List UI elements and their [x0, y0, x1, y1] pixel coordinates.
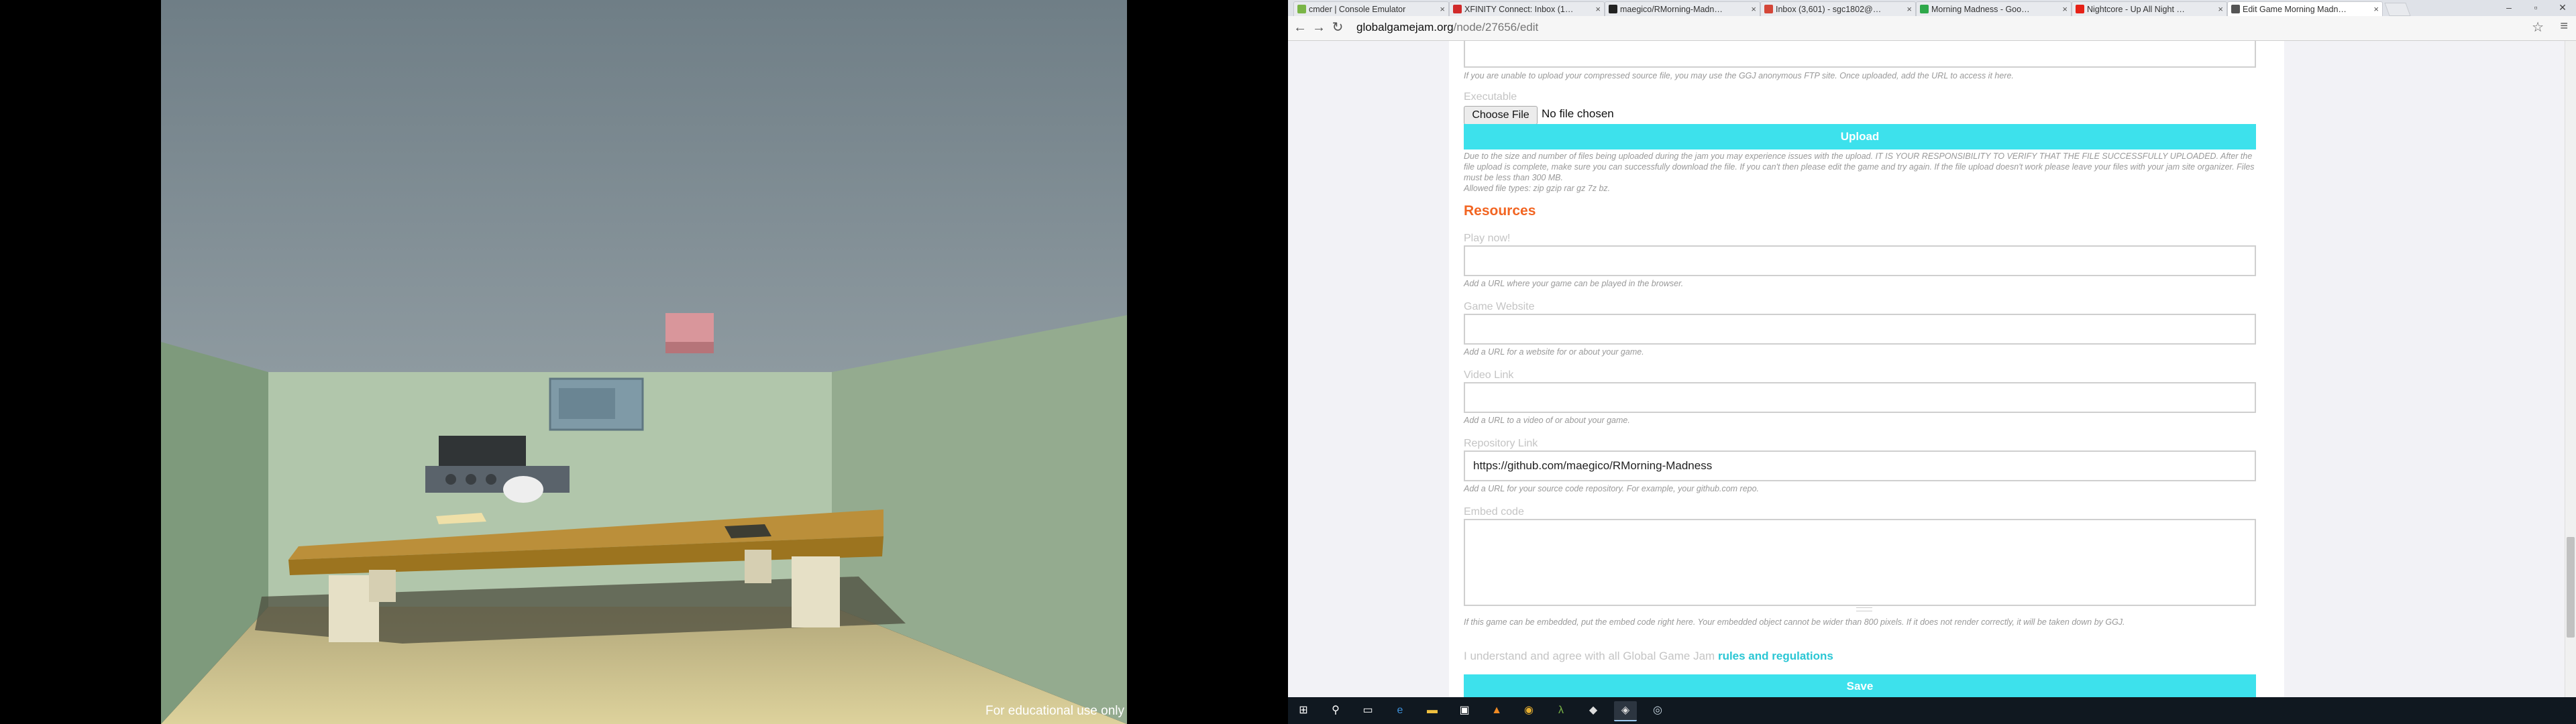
tab-label: Inbox (3,601) - sgc1802@…: [1776, 5, 1882, 14]
url-path: /node/27656/edit: [1453, 21, 1539, 34]
edit-game-form-panel: If you are unable to upload your compres…: [1449, 41, 2284, 698]
tab-label: XFINITY Connect: Inbox (1…: [1464, 5, 1574, 14]
right-monitor: – ▫ ✕ cmder | Console Emulator × XFINITY C…: [1288, 0, 2576, 724]
play-now-label: Play now!: [1464, 233, 1511, 244]
tab-label: cmder | Console Emulator: [1309, 5, 1406, 14]
table-mat: [724, 524, 771, 538]
game-website-input[interactable]: [1464, 314, 2256, 345]
upload-notice-text: Due to the size and number of files bein…: [1464, 152, 2255, 182]
executable-label: Executable: [1464, 91, 1517, 103]
game-website-help: Add a URL for a website for or about you…: [1464, 347, 1644, 357]
tab-close-icon[interactable]: ×: [1907, 4, 1912, 14]
file-explorer-icon[interactable]: ▬: [1421, 701, 1444, 720]
task-view-icon[interactable]: ▭: [1356, 701, 1379, 720]
play-now-input[interactable]: [1464, 245, 2256, 276]
browser-tab[interactable]: Edit Game Morning Madn… ×: [2227, 1, 2383, 17]
source-help-text: If you are unable to upload your compres…: [1464, 71, 2014, 80]
teapot: [503, 476, 543, 503]
bookmark-star-icon[interactable]: ☆: [2532, 19, 2544, 36]
tab-label: maegico/RMorning-Madn…: [1620, 5, 1723, 14]
repository-link-help: Add a URL for your source code repositor…: [1464, 484, 1760, 493]
video-link-label: Video Link: [1464, 369, 1514, 381]
save-button[interactable]: Save: [1464, 674, 2256, 698]
repository-link-value: https://github.com/maegico/RMorning-Madn…: [1473, 459, 1713, 472]
tab-close-icon[interactable]: ×: [2373, 4, 2379, 14]
github-icon: [1609, 5, 1617, 13]
source-url-field[interactable]: [1464, 41, 2256, 68]
game-viewport[interactable]: For educational use only: [161, 0, 1127, 724]
unity-game-icon[interactable]: ◈: [1614, 701, 1637, 721]
educational-watermark: For educational use only: [985, 704, 1124, 718]
gmail-icon: [1764, 5, 1773, 13]
store-icon[interactable]: ▣: [1453, 701, 1476, 720]
chrome-icon[interactable]: ◉: [1517, 701, 1540, 720]
chrome-menu-icon[interactable]: ≡: [2560, 19, 2568, 34]
kitchen-scene: [161, 0, 1127, 724]
upload-button[interactable]: Upload: [1464, 124, 2256, 149]
address-bar[interactable]: globalgamejam.org/node/27656/edit: [1356, 19, 2536, 36]
windows-start-icon[interactable]: ⊞: [1292, 701, 1315, 720]
repository-link-label: Repository Link: [1464, 438, 1538, 449]
back-icon[interactable]: ←: [1292, 19, 1308, 36]
google-drive-icon: [1920, 5, 1929, 13]
tab-close-icon[interactable]: ×: [2062, 4, 2068, 14]
stove: [439, 436, 526, 466]
embed-code-label: Embed code: [1464, 506, 1524, 518]
upload-notice: Due to the size and number of files bein…: [1464, 151, 2256, 194]
browser-tab[interactable]: Morning Madness - Goo… ×: [1916, 1, 2072, 16]
tab-close-icon[interactable]: ×: [1595, 4, 1601, 14]
browser-tab[interactable]: Nightcore - Up All Night … ×: [2072, 1, 2227, 16]
cmder-icon[interactable]: λ: [1550, 701, 1572, 720]
browser-tab[interactable]: cmder | Console Emulator ×: [1293, 1, 1449, 16]
rules-link[interactable]: rules and regulations: [1718, 650, 1833, 662]
agreement-line: I understand and agree with all Global G…: [1464, 650, 1833, 663]
url-host: globalgamejam.org: [1356, 21, 1454, 34]
game-website-label: Game Website: [1464, 301, 1535, 312]
resize-grip-icon[interactable]: [1856, 607, 1872, 611]
steam-icon[interactable]: ◎: [1646, 701, 1669, 720]
allowed-file-types: Allowed file types: zip gzip rar gz 7z b…: [1464, 184, 1611, 193]
video-link-help: Add a URL to a video of or about your ga…: [1464, 416, 1630, 425]
search-icon[interactable]: ⚲: [1324, 701, 1347, 720]
vlc-icon[interactable]: ▲: [1485, 701, 1508, 720]
windows-taskbar: ⊞ ⚲ ▭ e ▬ ▣ ▲ ◉ λ ◆ ◈ ◎: [1288, 697, 2576, 724]
tab-strip: – ▫ ✕ cmder | Console Emulator × XFINITY C…: [1288, 0, 2576, 17]
new-tab-button[interactable]: [2384, 3, 2411, 16]
scrollbar-thumb[interactable]: [2567, 537, 2575, 638]
repository-link-input[interactable]: https://github.com/maegico/RMorning-Madn…: [1464, 450, 2256, 481]
tab-close-icon[interactable]: ×: [1751, 4, 1756, 14]
agreement-text: I understand and agree with all Global G…: [1464, 650, 1715, 662]
xfinity-icon: [1453, 5, 1462, 13]
unity-icon[interactable]: ◆: [1582, 701, 1605, 720]
tab-label: Nightcore - Up All Night …: [2087, 5, 2185, 14]
choose-file-button[interactable]: Choose File: [1464, 106, 1538, 125]
resources-heading: Resources: [1464, 203, 1536, 219]
minimize-icon[interactable]: –: [2496, 0, 2522, 15]
left-monitor: For educational use only: [0, 0, 1288, 724]
youtube-icon: [2076, 5, 2084, 13]
close-window-icon[interactable]: ✕: [2549, 0, 2576, 15]
browser-tab[interactable]: XFINITY Connect: Inbox (1… ×: [1449, 1, 1605, 16]
file-status-text: No file chosen: [1542, 107, 1614, 120]
embed-code-help: If this game can be embedded, put the em…: [1464, 617, 2125, 627]
video-link-input[interactable]: [1464, 382, 2256, 413]
ceiling: [161, 0, 1127, 389]
embed-code-textarea[interactable]: [1464, 519, 2256, 606]
browser-tab[interactable]: Inbox (3,601) - sgc1802@… ×: [1760, 1, 1916, 16]
browser-tab[interactable]: maegico/RMorning-Madn… ×: [1605, 1, 1760, 16]
cmder-icon: [1297, 5, 1306, 13]
maximize-icon[interactable]: ▫: [2522, 0, 2549, 15]
tab-label: Edit Game Morning Madn…: [2243, 5, 2347, 14]
reload-icon[interactable]: ↻: [1330, 19, 1346, 36]
page-scrollbar[interactable]: [2565, 41, 2576, 698]
tab-close-icon[interactable]: ×: [2218, 4, 2223, 14]
tab-close-icon[interactable]: ×: [1440, 4, 1445, 14]
browser-toolbar: ← → ↻ globalgamejam.org/node/27656/edit …: [1288, 16, 2576, 41]
page-viewport: If you are unable to upload your compres…: [1288, 41, 2576, 698]
edge-icon[interactable]: e: [1389, 701, 1411, 720]
ggj-icon: [2231, 5, 2240, 13]
forward-icon[interactable]: →: [1311, 19, 1327, 36]
tab-label: Morning Madness - Goo…: [1931, 5, 2030, 14]
play-now-help: Add a URL where your game can be played …: [1464, 279, 1684, 288]
